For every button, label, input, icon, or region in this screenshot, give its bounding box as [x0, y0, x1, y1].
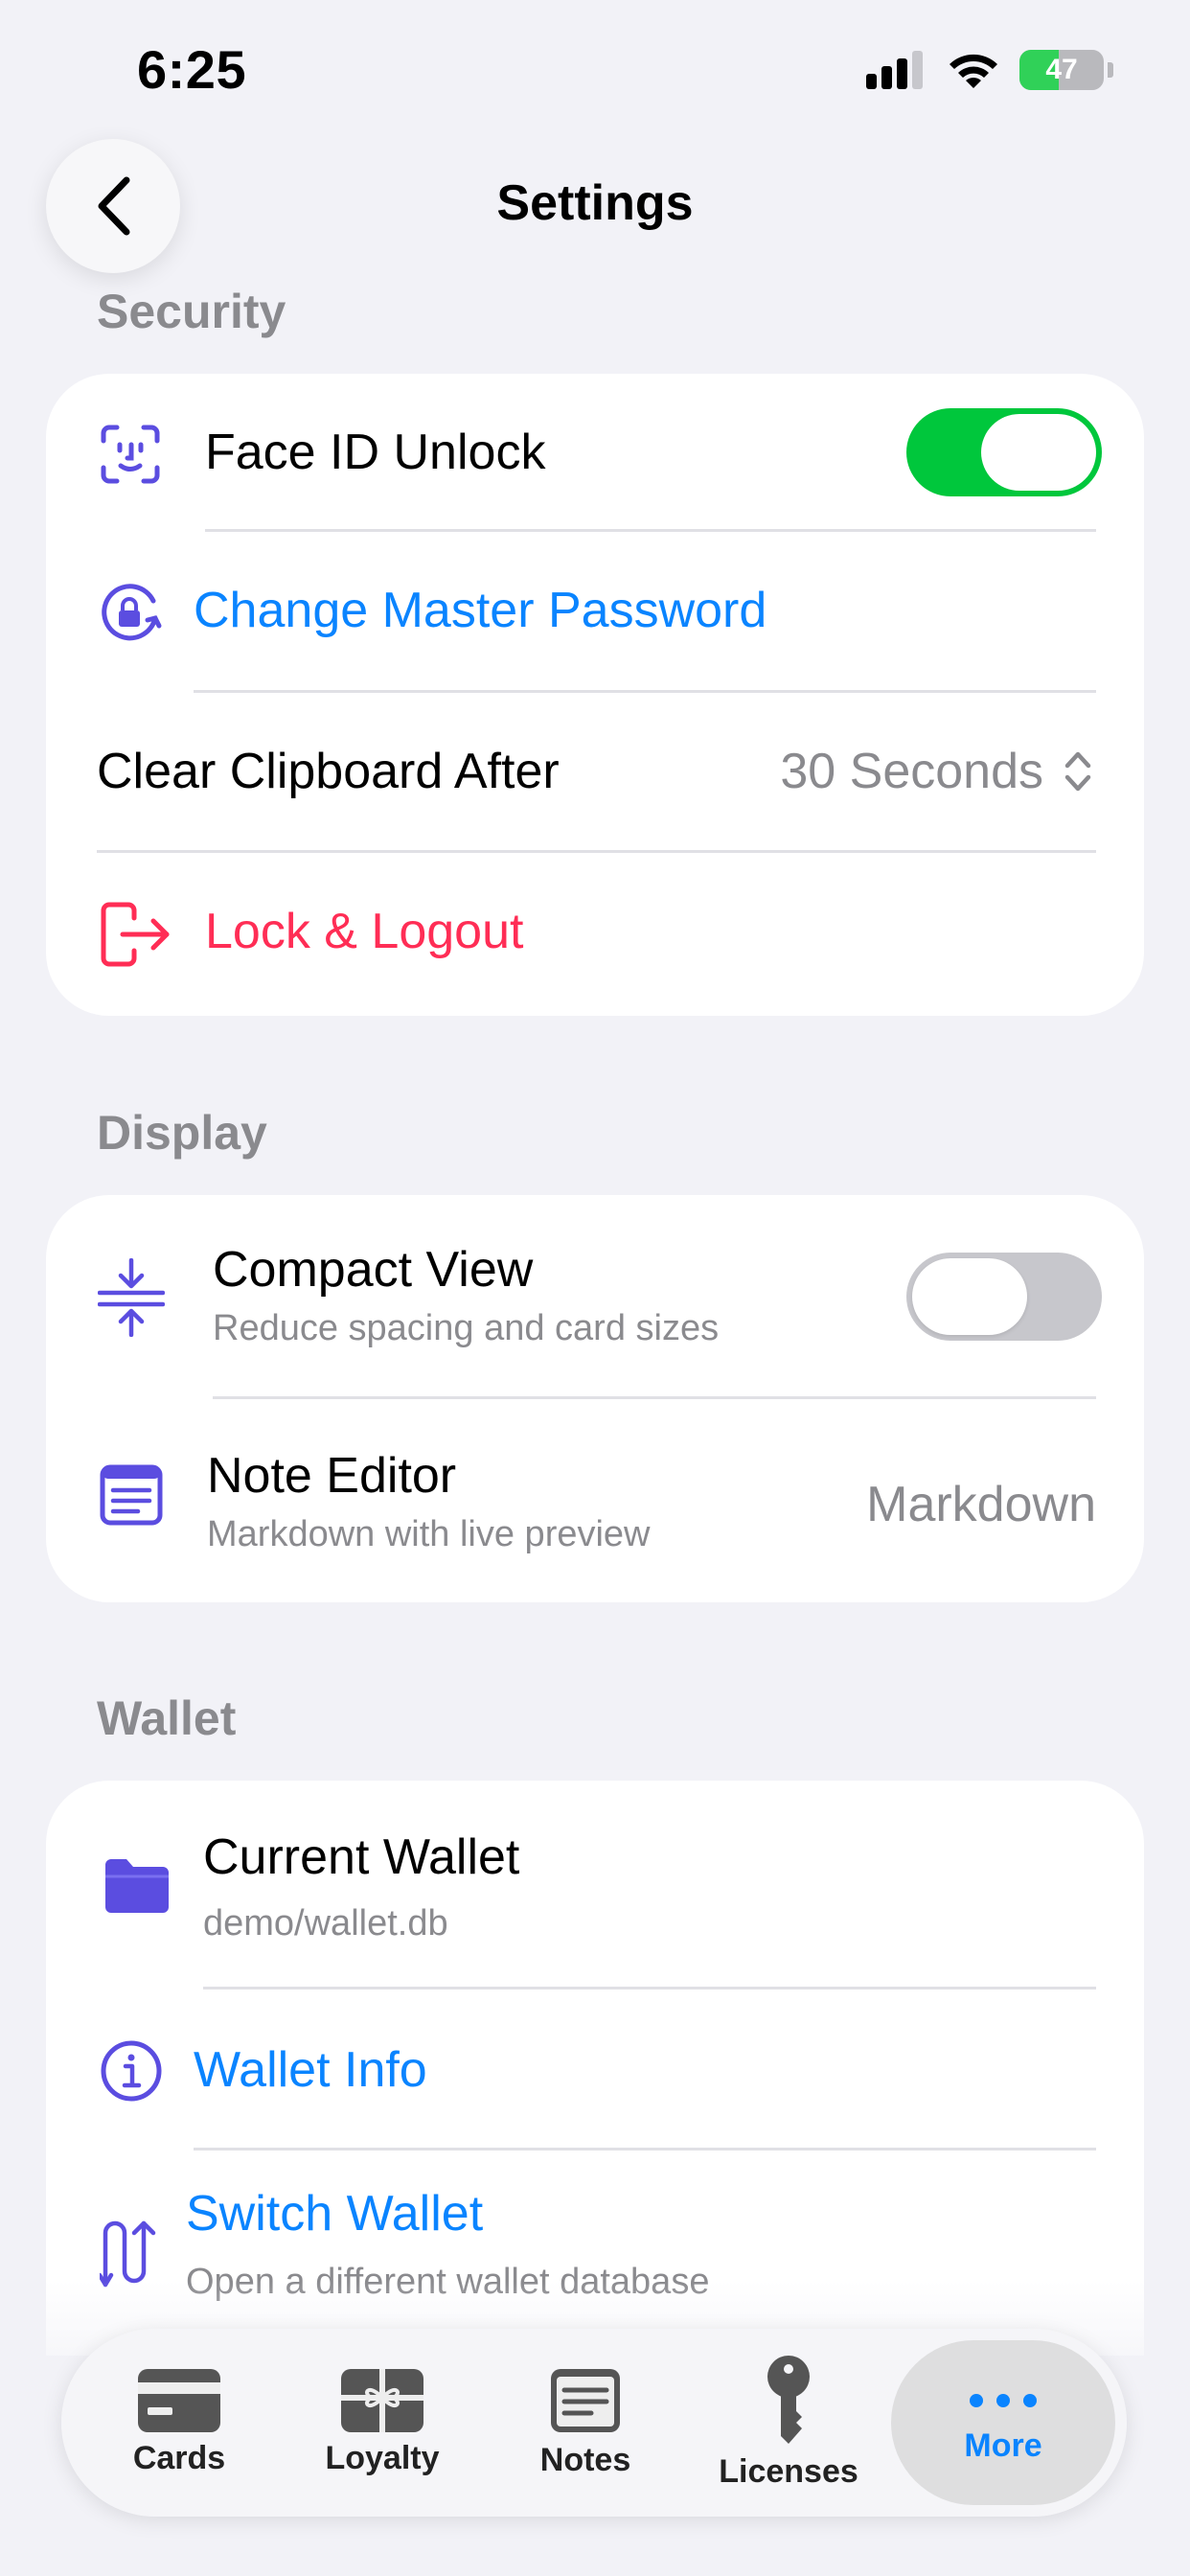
display-card: Compact View Reduce spacing and card siz… [46, 1195, 1144, 1602]
clear-clipboard-row[interactable]: Clear Clipboard After 30 Seconds [46, 693, 1144, 853]
note-editor-sublabel: Markdown with live preview [207, 1514, 651, 1554]
folder-icon [105, 1859, 169, 1913]
tab-bar: Cards Loyalty Notes Licenses More [61, 2329, 1127, 2517]
lock-rotation-icon [102, 584, 162, 641]
wallet-card: Current Wallet demo/wallet.db Wallet Inf… [46, 1781, 1144, 2356]
battery-percent: 47 [1045, 54, 1078, 85]
cellular-signal-icon [866, 51, 923, 89]
compact-view-sublabel: Reduce spacing and card sizes [213, 1308, 720, 1348]
compress-vertical-icon [98, 1258, 165, 1337]
clear-clipboard-value: 30 Seconds [780, 744, 1043, 799]
tab-loyalty-label: Loyalty [325, 2439, 440, 2476]
switch-arrows-icon [100, 2220, 156, 2288]
note-editor-row[interactable]: Note Editor Markdown with live preview M… [46, 1399, 1144, 1602]
status-time: 6:25 [137, 39, 247, 100]
document-text-icon [100, 1464, 163, 1526]
face-id-toggle[interactable] [906, 408, 1102, 496]
wifi-icon [950, 54, 997, 88]
battery-indicator: 47 [1019, 50, 1104, 90]
wallet-info-label: Wallet Info [194, 2042, 427, 2098]
tab-licenses[interactable]: Licenses [690, 2329, 887, 2517]
note-editor-label: Note Editor [207, 1448, 457, 1504]
chevron-up-down-icon [1064, 751, 1091, 792]
current-wallet-path: demo/wallet.db [203, 1903, 448, 1944]
wallet-info-row[interactable]: Wallet Info [46, 1990, 1144, 2150]
lock-logout-row[interactable]: Lock & Logout [46, 853, 1144, 1016]
current-wallet-row: Current Wallet demo/wallet.db [46, 1781, 1144, 1990]
compact-view-row: Compact View Reduce spacing and card siz… [46, 1195, 1144, 1399]
change-master-password-row[interactable]: Change Master Password [46, 532, 1144, 693]
section-header-security: Security [97, 285, 286, 338]
status-icons: 47 [866, 50, 1113, 90]
logout-icon [101, 902, 170, 967]
lock-logout-label: Lock & Logout [205, 904, 524, 959]
tab-notes-label: Notes [539, 2441, 631, 2478]
page-title: Settings [496, 175, 694, 231]
compact-view-toggle[interactable] [906, 1253, 1102, 1341]
face-id-row: Face ID Unlock [46, 374, 1144, 532]
gift-icon [341, 2368, 423, 2432]
tab-licenses-label: Licenses [719, 2452, 858, 2490]
tab-cards-label: Cards [132, 2439, 226, 2476]
key-icon [767, 2355, 810, 2444]
info-circle-icon [101, 2040, 162, 2102]
ellipsis-icon [970, 2393, 1037, 2407]
security-card: Face ID Unlock Change Master Password Cl… [46, 374, 1144, 1016]
compact-view-label: Compact View [213, 1242, 534, 1298]
clear-clipboard-label: Clear Clipboard After [97, 744, 560, 799]
change-master-password-label: Change Master Password [194, 583, 767, 638]
tab-more[interactable]: More [891, 2340, 1115, 2505]
tab-loyalty[interactable]: Loyalty [284, 2329, 481, 2517]
card-icon [138, 2368, 220, 2432]
tab-more-label: More [964, 2426, 1042, 2464]
tab-cards[interactable]: Cards [80, 2329, 278, 2517]
face-id-label: Face ID Unlock [205, 425, 546, 480]
face-id-icon [101, 425, 160, 484]
note-icon [551, 2368, 620, 2432]
section-header-display: Display [97, 1106, 267, 1160]
note-editor-value: Markdown [866, 1477, 1096, 1532]
section-header-wallet: Wallet [97, 1691, 237, 1745]
current-wallet-label: Current Wallet [203, 1829, 520, 1885]
switch-wallet-label: Switch Wallet [186, 2186, 484, 2242]
tab-notes[interactable]: Notes [487, 2329, 684, 2517]
